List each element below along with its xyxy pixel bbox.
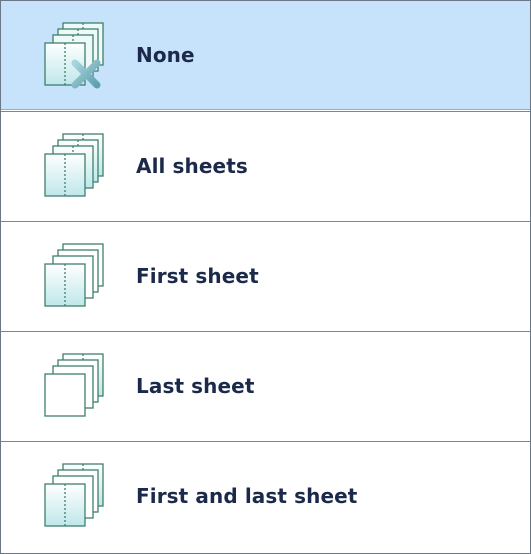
option-last-sheet[interactable]: Last sheet bbox=[1, 331, 530, 440]
option-label: Last sheet bbox=[136, 374, 255, 398]
option-label: First sheet bbox=[136, 264, 259, 288]
sheet-selection-list: None All sheets First sheet Last sheet F… bbox=[0, 0, 531, 554]
sheets-first-last-icon bbox=[37, 460, 109, 532]
option-first-sheet[interactable]: First sheet bbox=[1, 221, 530, 330]
option-label: None bbox=[136, 43, 195, 67]
option-all-sheets[interactable]: All sheets bbox=[1, 111, 530, 220]
sheets-first-icon bbox=[37, 240, 109, 312]
option-label: First and last sheet bbox=[136, 484, 358, 508]
option-first-and-last-sheet[interactable]: First and last sheet bbox=[1, 441, 530, 550]
option-label: All sheets bbox=[136, 154, 248, 178]
sheets-last-icon bbox=[37, 350, 109, 422]
sheets-none-icon bbox=[37, 19, 109, 91]
option-none[interactable]: None bbox=[1, 1, 530, 110]
sheets-all-icon bbox=[37, 130, 109, 202]
